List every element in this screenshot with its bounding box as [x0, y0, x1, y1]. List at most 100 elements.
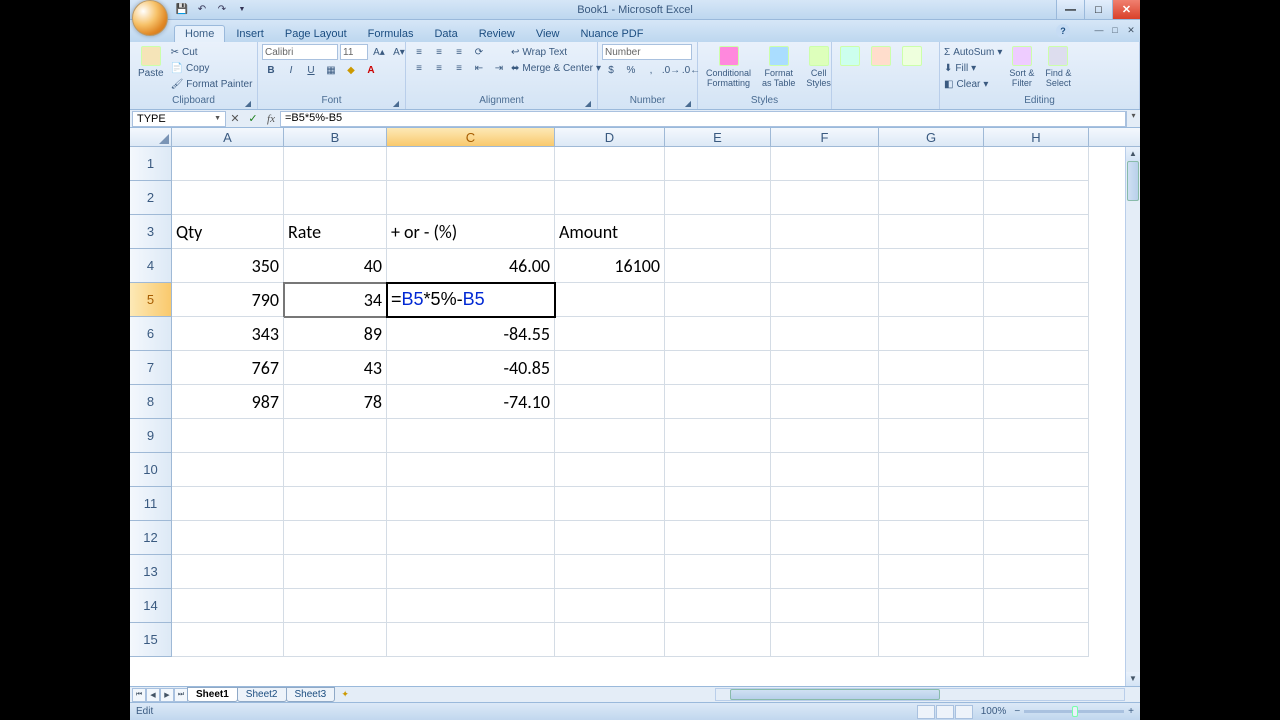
zoom-out-button[interactable]: −	[1014, 706, 1020, 717]
indent-dec-icon[interactable]: ⇤	[470, 60, 488, 76]
tab-review[interactable]: Review	[469, 26, 525, 42]
copy-button[interactable]: 📄Copy	[171, 60, 253, 76]
sheet-tab-1[interactable]: Sheet1	[187, 687, 238, 702]
page-layout-view-button[interactable]	[936, 705, 954, 719]
cell-A9[interactable]	[172, 419, 284, 453]
cell-E10[interactable]	[665, 453, 771, 487]
font-name-select[interactable]	[262, 44, 338, 60]
cell-H4[interactable]	[984, 249, 1089, 283]
delete-button[interactable]	[867, 44, 895, 70]
cell-B8[interactable]: 78	[284, 385, 387, 419]
cell-D2[interactable]	[555, 181, 665, 215]
cell-G6[interactable]	[879, 317, 984, 351]
cell-C10[interactable]	[387, 453, 555, 487]
row-header-4[interactable]: 4	[130, 249, 172, 283]
fill-button[interactable]: ⬇Fill ▾	[944, 60, 1002, 76]
scroll-up-icon[interactable]: ▲	[1126, 147, 1140, 161]
cell-F4[interactable]	[771, 249, 879, 283]
row-header-8[interactable]: 8	[130, 385, 172, 419]
cell-E2[interactable]	[665, 181, 771, 215]
cell-G4[interactable]	[879, 249, 984, 283]
cell-H1[interactable]	[984, 147, 1089, 181]
cell-B4[interactable]: 40	[284, 249, 387, 283]
clear-button[interactable]: ◧Clear ▾	[944, 76, 1002, 92]
cell-D9[interactable]	[555, 419, 665, 453]
row-header-7[interactable]: 7	[130, 351, 172, 385]
cell-C13[interactable]	[387, 555, 555, 589]
office-button[interactable]	[132, 0, 168, 36]
cell-A8[interactable]: 987	[172, 385, 284, 419]
vscroll-thumb[interactable]	[1127, 161, 1139, 201]
tab-formulas[interactable]: Formulas	[358, 26, 424, 42]
cell-D12[interactable]	[555, 521, 665, 555]
cell-B13[interactable]	[284, 555, 387, 589]
cell-E12[interactable]	[665, 521, 771, 555]
cell-H11[interactable]	[984, 487, 1089, 521]
cell-B15[interactable]	[284, 623, 387, 657]
mdi-close[interactable]: ✕	[1124, 23, 1138, 37]
sheet-nav-last[interactable]: ⏭	[174, 688, 188, 702]
hscroll-thumb[interactable]	[730, 689, 940, 700]
cell-B5[interactable]: 34	[284, 283, 387, 317]
cell-G15[interactable]	[879, 623, 984, 657]
font-dialog-icon[interactable]: ◢	[391, 99, 401, 109]
column-header-G[interactable]: G	[879, 128, 984, 146]
cell-D8[interactable]	[555, 385, 665, 419]
clipboard-dialog-icon[interactable]: ◢	[243, 99, 253, 109]
font-color-button[interactable]: A	[362, 62, 380, 78]
fx-icon[interactable]: fx	[262, 111, 280, 127]
row-header-14[interactable]: 14	[130, 589, 172, 623]
cell-F13[interactable]	[771, 555, 879, 589]
number-format-select[interactable]	[602, 44, 692, 60]
cell-G11[interactable]	[879, 487, 984, 521]
comma-icon[interactable]: ,	[642, 62, 660, 78]
cell-C11[interactable]	[387, 487, 555, 521]
cell-B14[interactable]	[284, 589, 387, 623]
enter-formula-icon[interactable]: ✓	[244, 111, 262, 127]
save-icon[interactable]: 💾	[174, 2, 190, 18]
row-header-3[interactable]: 3	[130, 215, 172, 249]
mdi-restore[interactable]: □	[1108, 23, 1122, 37]
cell-D13[interactable]	[555, 555, 665, 589]
tab-page-layout[interactable]: Page Layout	[275, 26, 357, 42]
cell-H12[interactable]	[984, 521, 1089, 555]
maximize-button[interactable]: □	[1084, 0, 1112, 19]
cell-E9[interactable]	[665, 419, 771, 453]
autosum-button[interactable]: ΣAutoSum ▾	[944, 44, 1002, 60]
cell-H15[interactable]	[984, 623, 1089, 657]
cell-D1[interactable]	[555, 147, 665, 181]
column-header-C[interactable]: C	[387, 128, 555, 146]
cell-A14[interactable]	[172, 589, 284, 623]
cell-B7[interactable]: 43	[284, 351, 387, 385]
cell-C7[interactable]: -40.85	[387, 351, 555, 385]
tab-nuance-pdf[interactable]: Nuance PDF	[570, 26, 653, 42]
cell-C12[interactable]	[387, 521, 555, 555]
cell-H3[interactable]	[984, 215, 1089, 249]
cell-A12[interactable]	[172, 521, 284, 555]
cell-D7[interactable]	[555, 351, 665, 385]
paste-button[interactable]: Paste	[134, 44, 168, 81]
vertical-scrollbar[interactable]: ▲ ▼	[1125, 147, 1140, 686]
row-header-2[interactable]: 2	[130, 181, 172, 215]
cell-H8[interactable]	[984, 385, 1089, 419]
expand-formula-icon[interactable]: ▾	[1126, 111, 1140, 127]
align-bottom-icon[interactable]: ≡	[450, 44, 468, 60]
sheet-tab-2[interactable]: Sheet2	[237, 687, 287, 702]
cell-C15[interactable]	[387, 623, 555, 657]
row-header-5[interactable]: 5	[130, 283, 172, 317]
sheet-nav-prev[interactable]: ◀	[146, 688, 160, 702]
row-header-9[interactable]: 9	[130, 419, 172, 453]
new-sheet-icon[interactable]: ✦	[337, 688, 353, 702]
cell-G7[interactable]	[879, 351, 984, 385]
currency-icon[interactable]: $	[602, 62, 620, 78]
cell-C9[interactable]	[387, 419, 555, 453]
row-header-6[interactable]: 6	[130, 317, 172, 351]
cell-G9[interactable]	[879, 419, 984, 453]
row-header-11[interactable]: 11	[130, 487, 172, 521]
cell-F5[interactable]	[771, 283, 879, 317]
cell-H2[interactable]	[984, 181, 1089, 215]
cell-B1[interactable]	[284, 147, 387, 181]
cell-B2[interactable]	[284, 181, 387, 215]
cell-A15[interactable]	[172, 623, 284, 657]
cell-H9[interactable]	[984, 419, 1089, 453]
